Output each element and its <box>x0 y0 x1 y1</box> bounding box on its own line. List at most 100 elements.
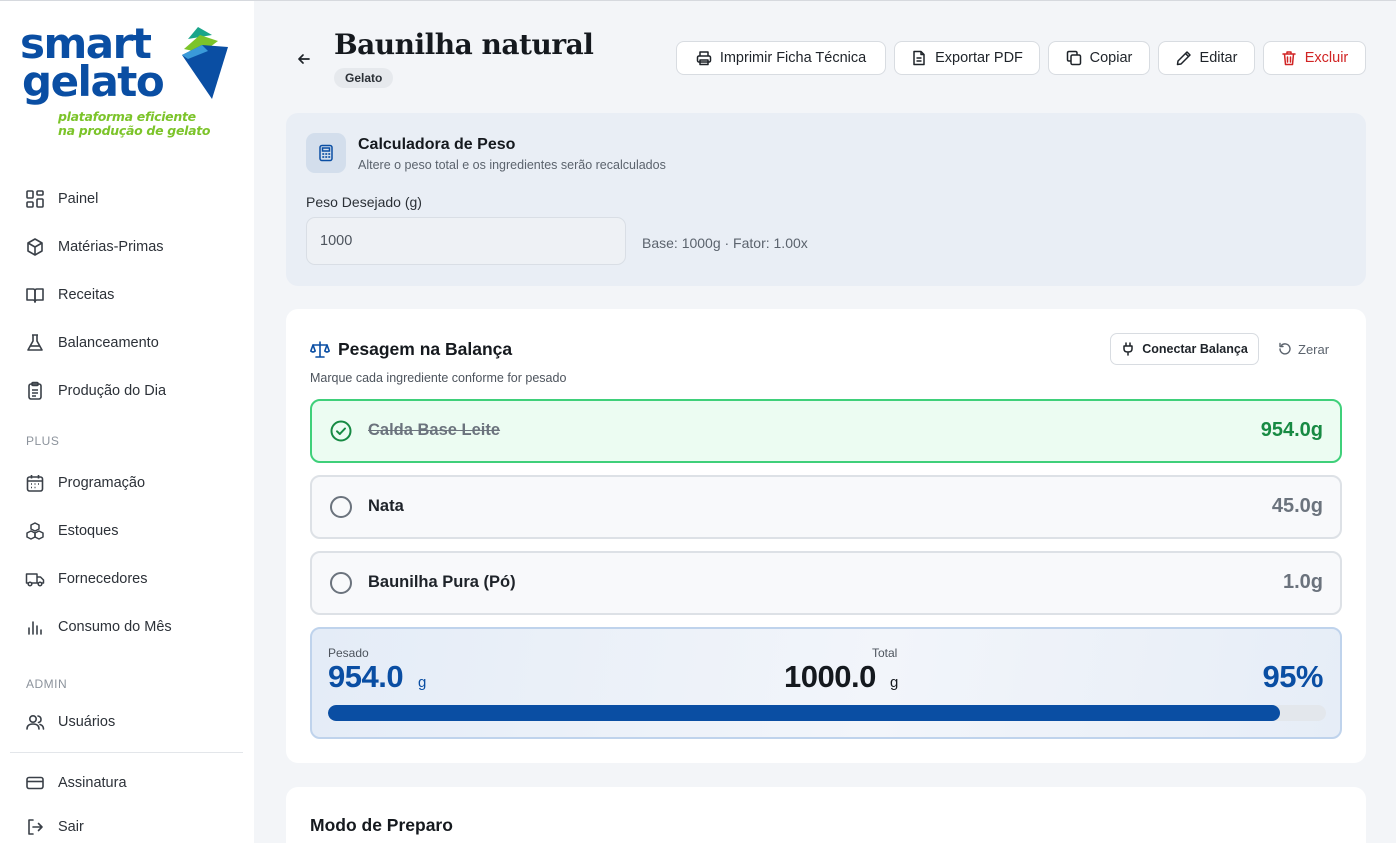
ingredient-name: Nata <box>368 497 404 515</box>
sidebar-item-fornecedores[interactable]: Fornecedores <box>24 565 234 593</box>
sidebar-item-producao-do-dia[interactable]: Produção do Dia <box>24 377 234 405</box>
sidebar-item-label: Balanceamento <box>58 335 159 351</box>
export-label: Exportar PDF <box>935 50 1023 66</box>
credit-card-icon <box>24 772 46 794</box>
print-button[interactable]: Imprimir Ficha Técnica <box>676 41 886 75</box>
pencil-icon <box>1176 51 1191 66</box>
scale-icon <box>310 341 330 358</box>
ingredient-row[interactable]: Nata 45.0g <box>310 475 1342 539</box>
users-icon <box>24 711 46 733</box>
boxes-icon <box>24 520 46 542</box>
ingredient-quantity: 954.0g <box>1260 419 1323 441</box>
sidebar-item-label: Estoques <box>58 523 119 539</box>
desired-weight-label: Peso Desejado (g) <box>306 194 422 210</box>
check-circle-icon[interactable] <box>330 420 352 442</box>
smart-gelato-logo[interactable]: smart gelato plataforma eficiente na pro… <box>20 23 235 143</box>
sidebar-item-label: Matérias-Primas <box>58 239 164 255</box>
sidebar-item-sair[interactable]: Sair <box>24 813 234 841</box>
section-label-admin: ADMIN <box>26 677 68 691</box>
preparation-title: Modo de Preparo <box>310 815 453 835</box>
unchecked-circle-icon[interactable] <box>330 572 352 594</box>
base-factor-info: Base: 1000g · Fator: 1.00x <box>642 235 808 251</box>
desired-weight-input[interactable] <box>306 217 626 265</box>
total-unit: g <box>890 674 899 691</box>
category-badge: Gelato <box>334 68 394 88</box>
sidebar-item-estoques[interactable]: Estoques <box>24 517 234 545</box>
rotate-ccw-icon <box>1279 342 1291 355</box>
connect-scale-button[interactable]: Conectar Balança <box>1110 333 1259 365</box>
arrow-left-icon <box>298 54 310 64</box>
sidebar-item-usuarios[interactable]: Usuários <box>24 708 234 736</box>
calendar-icon <box>24 472 46 494</box>
logout-icon <box>24 816 46 838</box>
file-icon <box>913 50 925 66</box>
logo-word-gelato: gelato <box>22 57 165 106</box>
weighed-label: Pesado <box>328 646 369 660</box>
export-pdf-button[interactable]: Exportar PDF <box>894 41 1040 75</box>
scale-title: Pesagem na Balança <box>338 339 513 359</box>
sidebar-item-consumo-do-mes[interactable]: Consumo do Mês <box>24 613 234 641</box>
truck-icon <box>24 568 46 590</box>
weighing-summary: Pesado 954.0 g Total 1000.0 g 95% <box>310 627 1342 739</box>
edit-label: Editar <box>1199 50 1238 66</box>
sidebar-item-label: Fornecedores <box>58 571 148 587</box>
sidebar-item-label: Consumo do Mês <box>58 619 172 635</box>
gelato-cone-icon <box>182 27 228 99</box>
scale-subtitle: Marque cada ingrediente conforme for pes… <box>310 371 567 385</box>
unchecked-circle-icon[interactable] <box>330 496 352 518</box>
sidebar-item-label: Painel <box>58 191 99 207</box>
reset-label: Zerar <box>1298 341 1330 357</box>
section-label-plus: PLUS <box>26 434 60 448</box>
back-button[interactable] <box>292 47 316 71</box>
weighed-unit: g <box>418 674 427 691</box>
total-value: 1000.0 <box>784 659 876 694</box>
sidebar-item-programacao[interactable]: Programação <box>24 469 234 497</box>
sidebar-item-balanceamento[interactable]: Balanceamento <box>24 329 234 357</box>
copy-icon <box>1066 50 1081 66</box>
ingredient-row[interactable]: Calda Base Leite 954.0g <box>310 399 1342 463</box>
delete-label: Excluir <box>1304 50 1349 66</box>
sidebar-item-receitas[interactable]: Receitas <box>24 281 234 309</box>
calculator-icon <box>306 133 346 173</box>
sidebar: smart gelato plataforma eficiente na pro… <box>0 1 254 843</box>
ingredient-name: Calda Base Leite <box>368 421 501 439</box>
delete-button[interactable]: Excluir <box>1263 41 1366 75</box>
clipboard-icon <box>24 380 46 402</box>
copy-button[interactable]: Copiar <box>1048 41 1150 75</box>
copy-label: Copiar <box>1089 50 1133 66</box>
logo-tagline-2: na produção de gelato <box>58 123 211 138</box>
calculator-subtitle: Altere o peso total e os ingredientes se… <box>358 158 666 172</box>
reset-button[interactable]: Zerar <box>1278 339 1329 359</box>
sidebar-item-label: Usuários <box>58 714 116 730</box>
sidebar-item-materias-primas[interactable]: Matérias-Primas <box>24 233 234 261</box>
weighing-progress-bar <box>328 705 1326 721</box>
sidebar-item-painel[interactable]: Painel <box>24 185 234 213</box>
dashboard-icon <box>24 188 46 210</box>
progress-percent: 95% <box>1262 659 1323 694</box>
plug-icon <box>1123 342 1133 356</box>
box-icon <box>24 236 46 258</box>
calculator-title: Calculadora de Peso <box>358 136 516 153</box>
page-title: Baunilha natural <box>334 28 594 61</box>
ingredient-quantity: 45.0g <box>1271 495 1323 517</box>
ingredient-row[interactable]: Baunilha Pura (Pó) 1.0g <box>310 551 1342 615</box>
sidebar-divider <box>10 752 243 753</box>
trash-icon <box>1281 51 1296 66</box>
weighing-progress-fill <box>328 705 1281 721</box>
edit-button[interactable]: Editar <box>1158 41 1255 75</box>
sidebar-item-label: Receitas <box>58 287 115 303</box>
total-label: Total <box>872 646 898 660</box>
sidebar-item-label: Produção do Dia <box>58 383 167 399</box>
book-icon <box>24 284 46 306</box>
connect-scale-label: Conectar Balança <box>1142 342 1248 356</box>
sidebar-item-label: Assinatura <box>58 775 127 791</box>
sidebar-item-label: Sair <box>58 819 84 835</box>
logo-tagline-1: plataforma eficiente <box>58 109 196 124</box>
sidebar-item-assinatura[interactable]: Assinatura <box>24 769 234 797</box>
print-label: Imprimir Ficha Técnica <box>719 50 867 66</box>
flask-icon <box>24 332 46 354</box>
printer-icon <box>696 51 712 66</box>
sidebar-item-label: Programação <box>58 475 146 491</box>
bar-chart-icon <box>24 616 46 638</box>
ingredient-quantity: 1.0g <box>1282 571 1323 593</box>
